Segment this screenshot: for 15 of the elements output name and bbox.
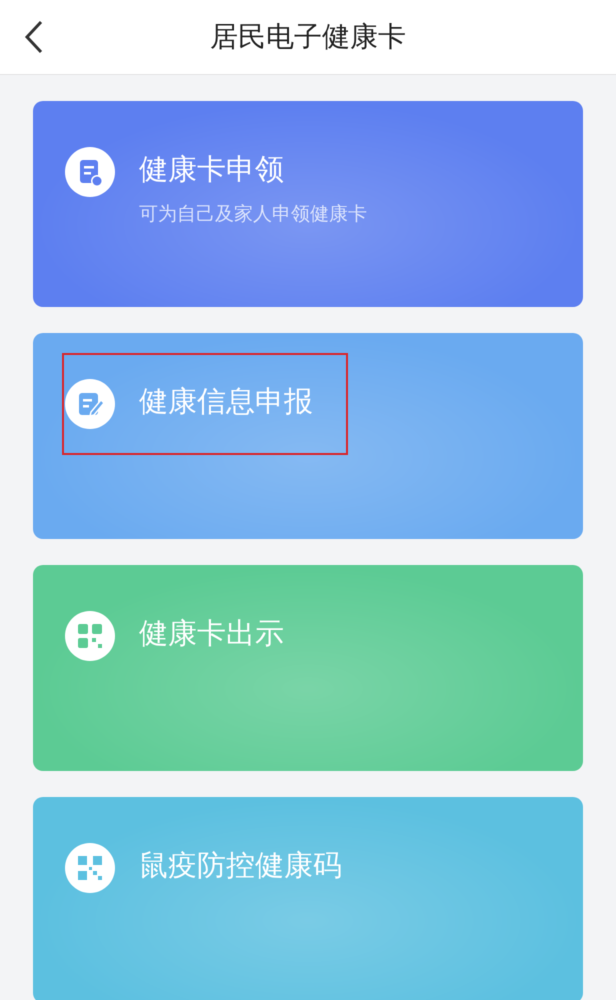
grid-icon: [65, 611, 115, 661]
card-title: 健康信息申报: [139, 383, 313, 420]
card-title: 健康卡出示: [139, 615, 284, 652]
service-card[interactable]: 健康信息申报: [33, 333, 583, 539]
card-subtitle: 可为自己及家人申领健康卡: [139, 202, 367, 227]
document-icon: [65, 147, 115, 197]
back-icon[interactable]: [24, 20, 44, 54]
card-title: 鼠疫防控健康码: [139, 847, 342, 884]
edit-icon: [65, 379, 115, 429]
service-card[interactable]: 健康卡出示: [33, 565, 583, 771]
service-card[interactable]: 健康卡申领 可为自己及家人申领健康卡: [33, 101, 583, 307]
service-card[interactable]: 鼠疫防控健康码: [33, 797, 583, 1000]
card-title: 健康卡申领: [139, 151, 285, 188]
qr-code-icon: [65, 843, 115, 893]
page-title: 居民电子健康卡: [210, 19, 406, 55]
